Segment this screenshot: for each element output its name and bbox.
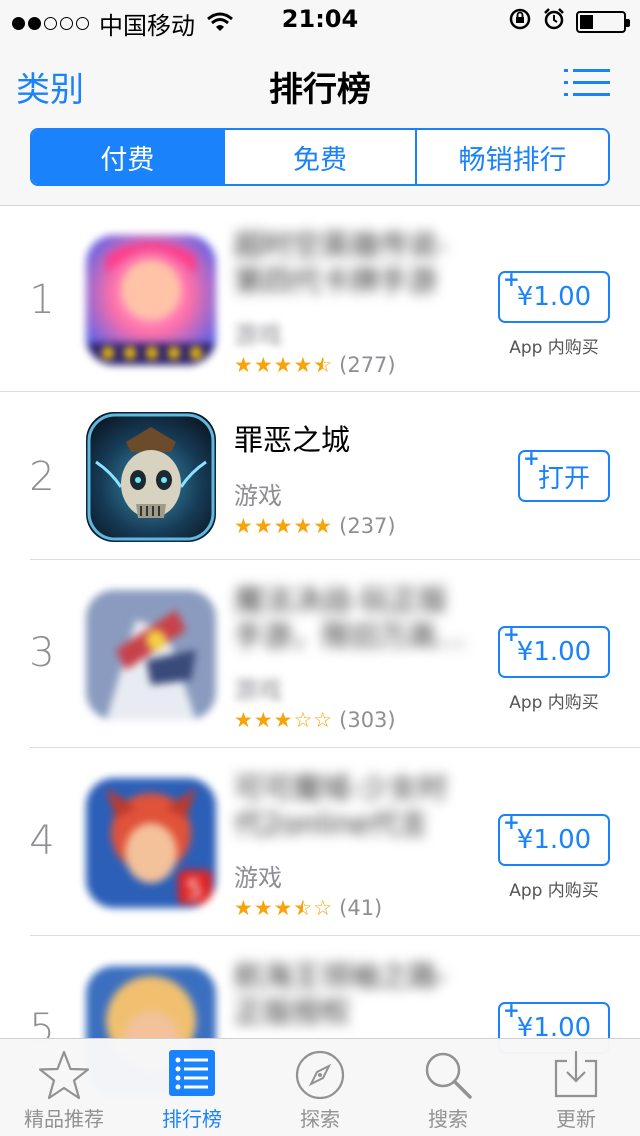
tab-label: 更新	[556, 1107, 596, 1131]
plus-icon: +	[503, 267, 520, 291]
rank-number: 4	[29, 818, 55, 864]
tab-search[interactable]: 搜索	[384, 1039, 512, 1136]
price-label: ¥1.00	[516, 637, 592, 667]
list-icon	[168, 1049, 216, 1101]
rating-stars: ★★★★☆★(277)	[234, 353, 396, 377]
app-list: 1 超时空英雄传说- 第四代卡牌手游 游戏 ★★★★☆★(277)	[0, 207, 640, 1096]
alarm-icon	[542, 7, 566, 37]
app-name: 航海王领袖之路- 正版授权	[234, 959, 448, 1029]
tab-top-charts[interactable]: 排行榜	[128, 1039, 256, 1136]
rank-number: 1	[29, 277, 55, 323]
segment-free[interactable]: 免费	[222, 130, 416, 184]
app-category: 游戏	[234, 482, 282, 510]
tab-label: 排行榜	[162, 1107, 222, 1131]
rank-number: 2	[29, 454, 55, 500]
open-label: 打开	[537, 463, 590, 494]
rotation-lock-icon	[508, 7, 532, 37]
app-icon	[86, 590, 216, 720]
svg-text:5: 5	[186, 875, 203, 905]
segment-top-grossing[interactable]: 畅销排行	[415, 130, 608, 184]
plus-icon: +	[503, 622, 520, 646]
plus-icon: +	[503, 998, 520, 1022]
app-icon: 5	[86, 778, 216, 908]
price-label: ¥1.00	[516, 282, 592, 312]
rating-stars: ★★★☆☆ (303)	[234, 708, 396, 732]
rating-count: (277)	[339, 353, 396, 377]
search-icon	[422, 1049, 474, 1105]
download-icon	[553, 1049, 599, 1103]
app-name: 超时空英雄传说- 第四代卡牌手游	[234, 228, 448, 298]
tab-label: 精品推荐	[24, 1107, 104, 1131]
plus-icon: +	[523, 446, 540, 470]
price-button[interactable]: + ¥1.00	[498, 810, 610, 866]
list-item[interactable]: 3 魔法决战-玩正版 手游，限旧万高… 游戏 ★★★☆☆ (303) + ¥1.0…	[29, 560, 640, 748]
rating-stars: ★★★☆★☆(41)	[234, 896, 383, 920]
rating-count: (237)	[339, 514, 396, 538]
app-category: 游戏	[234, 321, 282, 349]
tab-label: 搜索	[428, 1107, 468, 1131]
app-category: 游戏	[234, 676, 282, 704]
nav-bar: 类别 排行榜 付费 免费 畅销排行	[0, 40, 640, 206]
open-button[interactable]: + 打开	[518, 446, 610, 502]
tab-featured[interactable]: 精品推荐	[0, 1039, 128, 1136]
page-title: 排行榜	[269, 70, 371, 110]
app-name: 可可魔域-少女时 代2online代言	[234, 771, 448, 841]
segment-paid[interactable]: 付费	[32, 130, 223, 184]
app-category: 游戏	[234, 864, 282, 892]
status-right	[508, 7, 630, 37]
price-button[interactable]: + ¥1.00	[498, 267, 610, 323]
app-icon	[86, 412, 216, 542]
tab-bar: 精品推荐 排行榜 探索 搜索 更新	[0, 1038, 640, 1136]
tab-updates[interactable]: 更新	[512, 1039, 640, 1136]
rank-number: 3	[29, 630, 55, 676]
plus-icon: +	[503, 810, 520, 834]
in-app-purchase-label: App 内购买	[509, 338, 599, 358]
app-name: 魔法决战-玩正版 手游，限旧万高…	[234, 583, 467, 653]
price-label: ¥1.00	[516, 825, 592, 855]
status-bar: 中国移动 21:04	[0, 0, 640, 40]
in-app-purchase-label: App 内购买	[509, 693, 599, 713]
tab-label: 探索	[300, 1107, 340, 1131]
rating-count: (41)	[339, 896, 383, 920]
list-item[interactable]: 1 超时空英雄传说- 第四代卡牌手游 游戏 ★★★★☆★(277)	[0, 207, 640, 392]
tab-explore[interactable]: 探索	[256, 1039, 384, 1136]
app-name: 罪恶之城	[234, 423, 351, 457]
list-menu-icon[interactable]	[564, 68, 610, 102]
rating-count: (303)	[339, 708, 396, 732]
app-icon	[86, 235, 216, 365]
list-item[interactable]: 2 罪恶之城 游戏 ★★★★★ (237) + 打开	[29, 392, 640, 560]
star-icon	[37, 1049, 91, 1107]
compass-icon	[294, 1049, 346, 1105]
price-button[interactable]: + ¥1.00	[498, 622, 610, 678]
list-item[interactable]: 4 5 可可魔域-少女时 代2online代言 游戏 ★★★☆★☆(41) + …	[29, 748, 640, 936]
segmented-control: 付费 免费 畅销排行	[30, 128, 610, 186]
battery-icon	[576, 11, 630, 33]
rating-stars: ★★★★★ (237)	[234, 514, 396, 538]
in-app-purchase-label: App 内购买	[509, 881, 599, 901]
